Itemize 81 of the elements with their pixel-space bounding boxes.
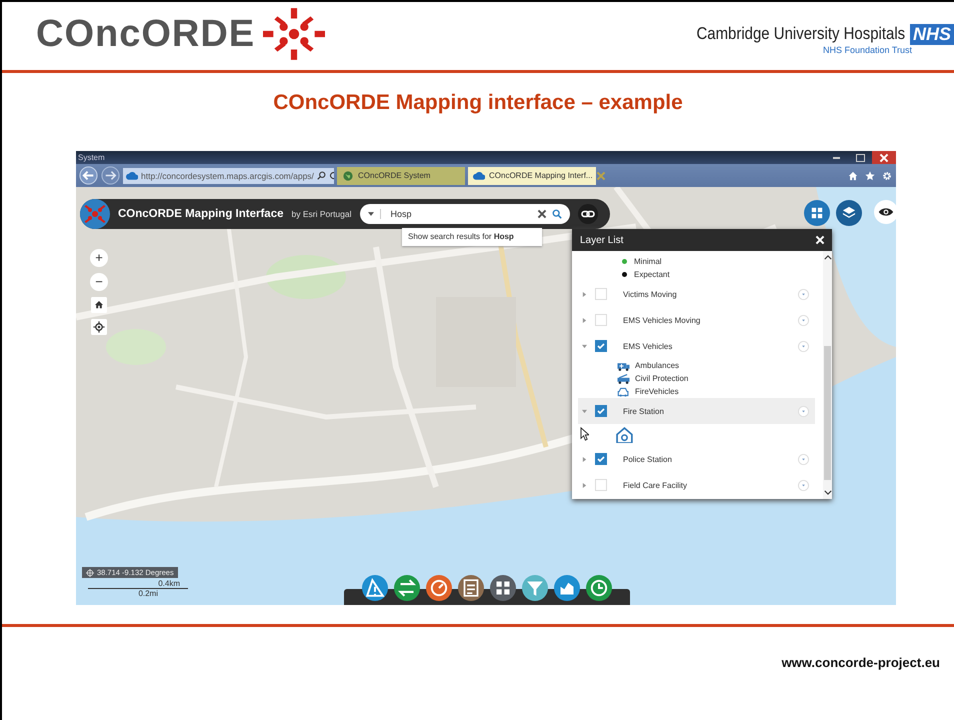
expand-arrow-icon[interactable] <box>582 292 587 296</box>
close-icon[interactable] <box>816 236 824 244</box>
layer-name: Fire Station <box>623 406 665 416</box>
layer-row[interactable]: EMS Vehicles Moving <box>578 307 815 333</box>
layer-name: Police Station <box>623 454 673 464</box>
scale-label: 0.2mi <box>138 589 158 598</box>
molecule-icon <box>263 8 326 60</box>
star-icon[interactable] <box>865 170 875 180</box>
settings-icon[interactable] <box>882 170 892 180</box>
window-title: System <box>77 153 105 162</box>
search-field[interactable]: Hosp <box>360 204 570 224</box>
home-button[interactable] <box>91 297 107 313</box>
cloud-icon <box>473 170 485 180</box>
note-tool-button[interactable] <box>458 575 484 601</box>
gauge-tool-button[interactable] <box>426 575 452 601</box>
nhs-logo: NHS <box>910 24 954 44</box>
home-icon[interactable] <box>848 170 858 180</box>
layer-name: EMS Vehicles <box>623 342 674 350</box>
layer-row[interactable]: Fire Station <box>578 398 815 424</box>
swap-tool-button[interactable] <box>394 575 420 601</box>
layer-row[interactable]: Victims Moving <box>578 281 815 307</box>
layer-row[interactable]: Field Care Facility <box>578 472 815 498</box>
layers-button[interactable] <box>836 200 862 226</box>
back-button[interactable] <box>79 166 98 185</box>
checkbox[interactable] <box>595 405 607 417</box>
molecule-icon <box>80 199 110 229</box>
layer-name: Victims Moving <box>623 290 678 298</box>
slide-title: COncORDE Mapping interface – example <box>272 91 684 116</box>
scroll-thumb[interactable] <box>824 346 831 480</box>
legend-label: FireVehicles <box>635 387 679 396</box>
expand-arrow-icon[interactable] <box>582 318 587 322</box>
filter-tool-button[interactable] <box>522 575 548 601</box>
clear-icon[interactable] <box>538 210 546 218</box>
partner-subtitle: NHS Foundation Trust <box>822 44 912 54</box>
forward-button[interactable] <box>101 166 120 185</box>
panel-title: Layer List <box>580 234 624 246</box>
address-bar[interactable]: http://concordesystem.maps.arcgis.com/apps/ <box>123 168 334 184</box>
search-icon[interactable] <box>316 171 326 180</box>
scrollbar[interactable] <box>823 251 832 499</box>
layer-row[interactable]: Police Station <box>578 446 815 472</box>
layer-name: EMS Vehicles Moving <box>623 316 702 324</box>
browser-tab[interactable]: COncORDE System <box>337 166 465 184</box>
house-icon <box>616 427 634 443</box>
collapse-arrow-icon[interactable] <box>582 408 587 414</box>
checkbox[interactable] <box>595 340 607 352</box>
legend-label: Expectant <box>634 270 670 279</box>
clock-tool-button[interactable] <box>586 575 612 601</box>
expand-arrow-icon[interactable] <box>582 482 587 488</box>
grid-tool-button[interactable] <box>490 575 516 601</box>
legend-label: Civil Protection <box>635 374 688 383</box>
footer-link[interactable]: www.concorde-project.eu <box>782 655 940 670</box>
layer-name: Field Care Facility <box>623 480 688 490</box>
cloud-icon <box>126 170 138 180</box>
layer-row[interactable]: EMS Vehicles <box>578 333 815 359</box>
scroll-down-icon[interactable] <box>824 490 832 495</box>
partner-name: Cambridge University Hospitals <box>696 24 905 44</box>
collapse-arrow-icon[interactable] <box>582 344 587 348</box>
legend-label: Minimal <box>634 257 662 266</box>
warning-tool-button[interactable] <box>362 575 388 601</box>
cursor-icon <box>580 427 589 441</box>
scale-label: 0.4km <box>158 579 180 588</box>
crosshair-icon <box>86 568 94 576</box>
expand-arrow-icon[interactable] <box>582 456 587 462</box>
locate-button[interactable] <box>91 319 107 335</box>
scroll-up-icon[interactable] <box>824 255 832 260</box>
chart-tool-button[interactable] <box>554 575 580 601</box>
search-icon[interactable] <box>552 209 562 219</box>
truck-icon <box>616 372 631 384</box>
legend-label: Ambulances <box>635 361 680 370</box>
close-button[interactable] <box>872 151 896 164</box>
car-icon <box>616 386 631 398</box>
checkbox[interactable] <box>595 453 607 465</box>
logo-text: COncORDE <box>36 12 256 56</box>
search-suggestion[interactable]: Show search results for Hosp <box>402 228 542 246</box>
globe-icon <box>342 170 354 180</box>
byline-text: by Esri Portugal <box>292 209 352 219</box>
widget-grid-button[interactable] <box>804 200 830 226</box>
app-title: COncORDE Mapping Interface <box>118 208 284 220</box>
caret-icon[interactable] <box>368 212 374 216</box>
eye-button[interactable] <box>874 200 896 224</box>
link-button[interactable] <box>578 204 598 224</box>
